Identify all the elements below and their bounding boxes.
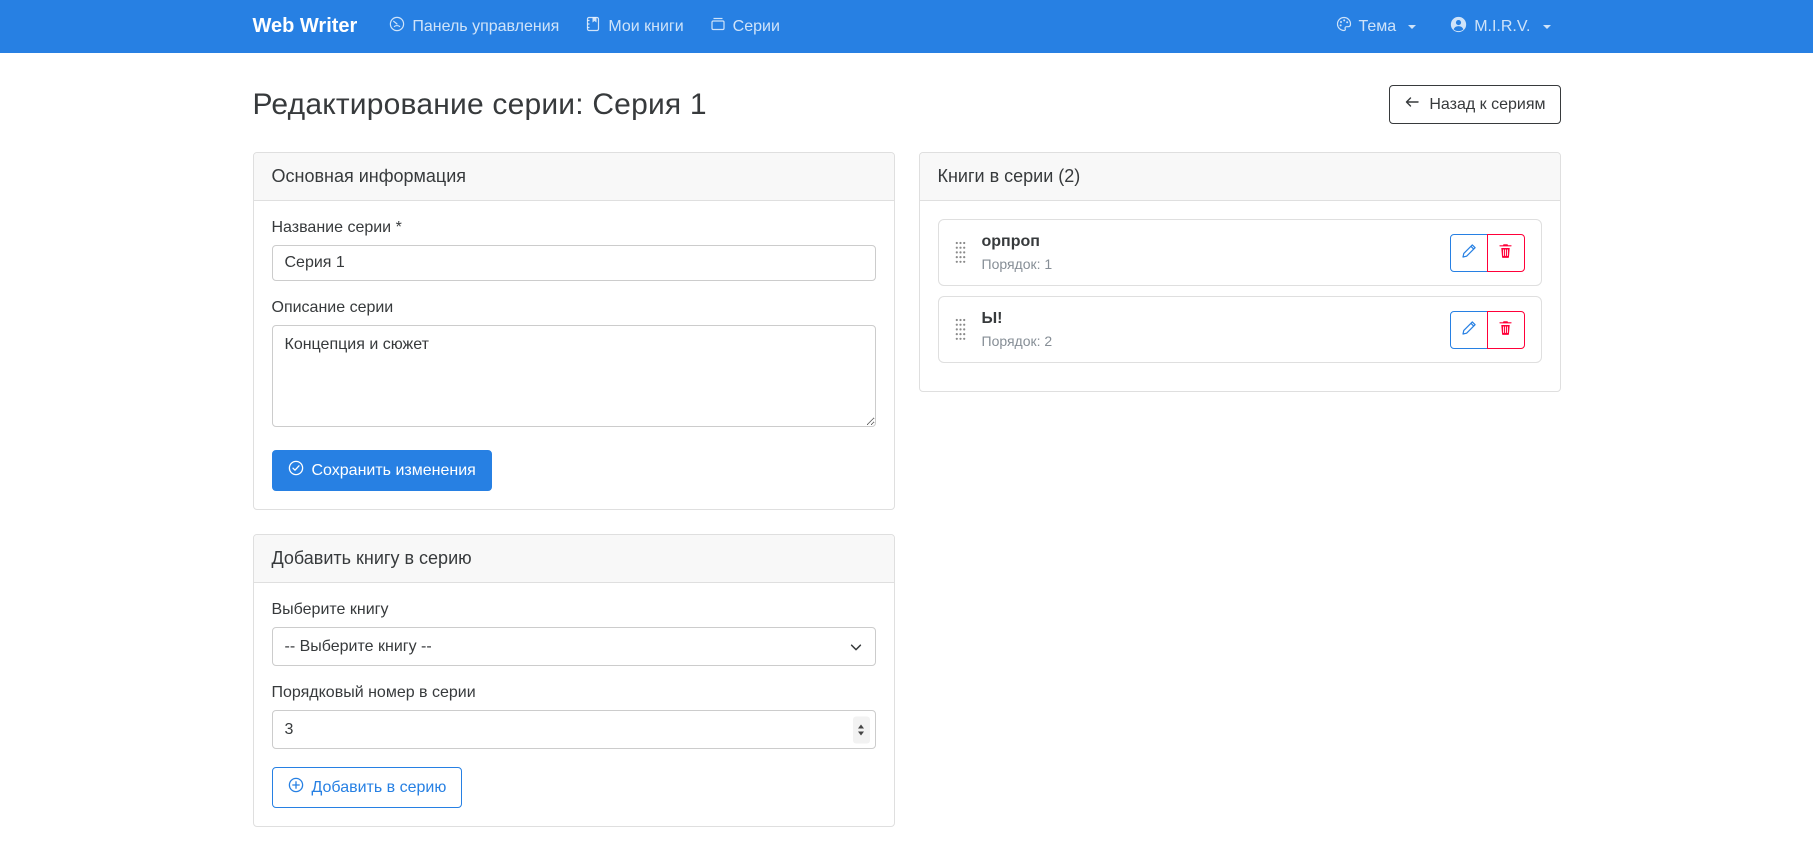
books-card-title: Книги в серии (2)	[920, 153, 1560, 201]
collection-icon	[710, 16, 726, 37]
person-circle-icon	[1450, 16, 1467, 38]
journal-icon	[585, 16, 601, 37]
add-to-series-button[interactable]: Добавить в серию	[272, 767, 463, 808]
nav-item-label: Мои книги	[608, 18, 683, 36]
book-title: орпроп	[982, 233, 1434, 251]
order-number-label: Порядковый номер в серии	[272, 684, 876, 702]
right-column: Книги в серии (2)	[919, 152, 1561, 392]
plus-circle-icon	[288, 777, 304, 798]
page-title: Редактирование серии: Серия 1	[253, 88, 707, 122]
main-content: Редактирование серии: Серия 1 Назад к се…	[237, 53, 1577, 867]
back-button-label: Назад к сериям	[1429, 96, 1545, 114]
book-title: Ы!	[982, 310, 1434, 328]
grip-vertical-icon[interactable]	[955, 240, 966, 265]
check-circle-icon	[288, 460, 304, 481]
book-info: Ы! Порядок: 2	[982, 310, 1434, 349]
brand-logo[interactable]: Web Writer	[253, 15, 358, 38]
arrow-left-icon	[1404, 94, 1420, 115]
user-dropdown[interactable]: M.I.R.V.	[1440, 8, 1560, 46]
book-row: Ы! Порядок: 2	[938, 296, 1542, 363]
delete-book-button[interactable]	[1487, 311, 1525, 349]
save-button-label: Сохранить изменения	[312, 462, 476, 480]
theme-dropdown-label: Тема	[1359, 18, 1397, 36]
book-row: орпроп Порядок: 1	[938, 219, 1542, 286]
theme-dropdown[interactable]: Тема	[1326, 8, 1427, 45]
book-select[interactable]: -- Выберите книгу --	[272, 627, 876, 666]
pencil-icon	[1461, 320, 1477, 339]
nav-item-my-books[interactable]: Мои книги	[575, 8, 693, 45]
number-stepper[interactable]	[853, 716, 870, 743]
back-to-series-button[interactable]: Назад к сериям	[1389, 85, 1560, 124]
add-book-card: Добавить книгу в серию Выберите книгу --…	[253, 534, 895, 827]
trash-icon	[1498, 320, 1513, 339]
pencil-icon	[1461, 243, 1477, 262]
palette-icon	[1336, 16, 1352, 37]
main-info-card: Основная информация Название серии * Опи…	[253, 152, 895, 510]
trash-icon	[1498, 243, 1513, 262]
user-dropdown-label: M.I.R.V.	[1474, 18, 1530, 36]
books-in-series-card: Книги в серии (2)	[919, 152, 1561, 392]
book-order: Порядок: 1	[982, 256, 1434, 272]
speedometer-icon	[389, 16, 405, 37]
nav-item-label: Серии	[733, 18, 780, 36]
stepper-up-icon[interactable]	[858, 724, 864, 728]
book-info: орпроп Порядок: 1	[982, 233, 1434, 272]
add-button-label: Добавить в серию	[312, 779, 447, 797]
nav-item-series[interactable]: Серии	[700, 8, 790, 45]
left-column: Основная информация Название серии * Опи…	[253, 152, 895, 827]
series-description-label: Описание серии	[272, 299, 876, 317]
stepper-down-icon[interactable]	[858, 731, 864, 735]
edit-book-button[interactable]	[1450, 234, 1488, 272]
main-nav: Панель управления Мои книги	[379, 8, 790, 45]
save-changes-button[interactable]: Сохранить изменения	[272, 450, 492, 491]
chevron-down-icon	[1543, 25, 1551, 33]
select-book-label: Выберите книгу	[272, 601, 876, 619]
main-info-card-title: Основная информация	[254, 153, 894, 201]
delete-book-button[interactable]	[1487, 234, 1525, 272]
chevron-down-icon	[1408, 25, 1416, 33]
series-name-label: Название серии *	[272, 219, 876, 237]
series-description-textarea[interactable]: Концепция и сюжет	[272, 325, 876, 427]
order-number-input[interactable]	[272, 710, 876, 749]
nav-item-dashboard[interactable]: Панель управления	[379, 8, 569, 45]
series-name-input[interactable]	[272, 245, 876, 281]
grip-vertical-icon[interactable]	[955, 317, 966, 342]
book-order: Порядок: 2	[982, 333, 1434, 349]
top-navbar: Web Writer Панель управления	[0, 0, 1813, 53]
edit-book-button[interactable]	[1450, 311, 1488, 349]
nav-item-label: Панель управления	[412, 18, 559, 36]
add-book-card-title: Добавить книгу в серию	[254, 535, 894, 583]
